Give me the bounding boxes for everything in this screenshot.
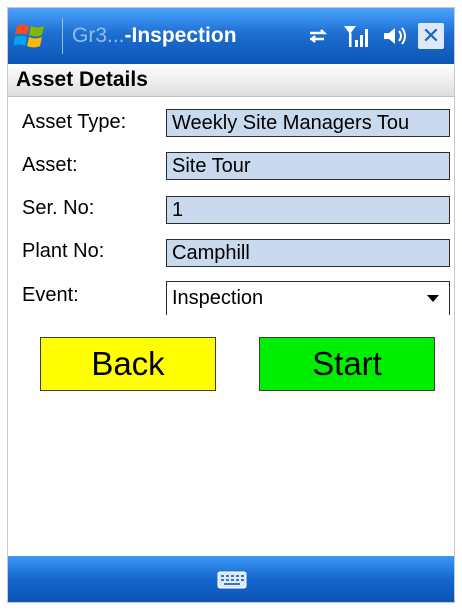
signal-icon[interactable] [342,22,370,50]
serial-no-field[interactable]: 1 [166,196,450,224]
app-name: -Inspection [124,24,237,47]
dropdown-arrow-icon[interactable] [427,295,439,302]
serial-no-label: Ser. No: [22,197,95,219]
asset-label: Asset: [22,154,78,176]
section-header: Asset Details [8,64,454,97]
event-label: Event: [22,284,79,306]
asset-type-field[interactable]: Weekly Site Managers Tou [166,109,450,137]
asset-field[interactable]: Site Tour [166,152,450,180]
start-button[interactable]: Start [259,337,435,391]
asset-type-label: Asset Type: [22,111,127,133]
title-bar: Gr3...-Inspection ✕ [8,8,454,64]
keyboard-icon[interactable] [216,568,248,592]
back-button[interactable]: Back [40,337,216,391]
connectivity-icon[interactable] [304,22,332,50]
plant-no-label: Plant No: [22,240,105,262]
window-title: Gr3...-Inspection [72,21,237,51]
speaker-icon[interactable] [380,22,408,50]
device-screen: Gr3...-Inspection ✕ Asset Details Asset … [7,7,455,603]
bottom-bar [8,556,454,602]
event-select[interactable]: Inspection [166,281,450,315]
event-selected-value: Inspection [172,287,264,309]
windows-start-icon[interactable] [14,20,48,52]
section-title: Asset Details [16,68,148,91]
close-icon[interactable]: ✕ [418,23,444,49]
title-separator [62,18,63,54]
plant-no-field[interactable]: Camphill [166,239,450,267]
app-name-faded: Gr3... [72,24,125,47]
